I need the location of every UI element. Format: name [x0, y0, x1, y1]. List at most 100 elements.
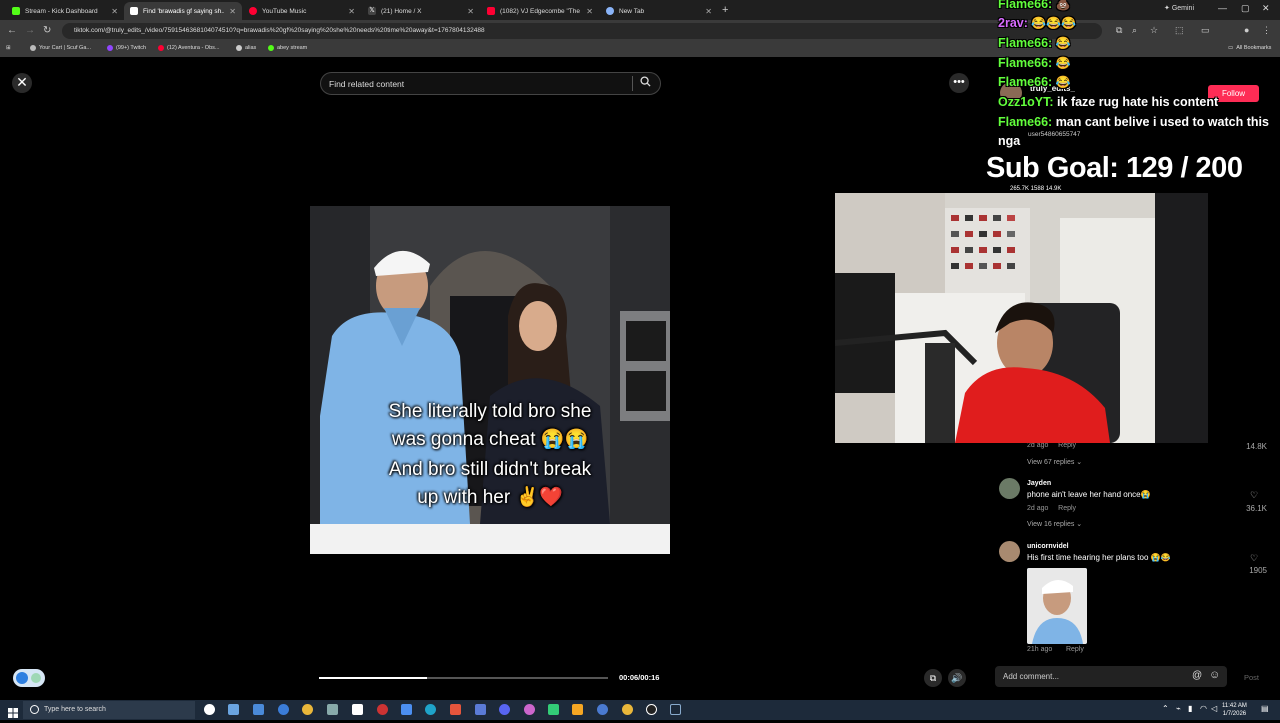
- app-icon[interactable]: [646, 704, 657, 715]
- search-icon[interactable]: [640, 76, 651, 90]
- tab-youtube-music[interactable]: YouTube Music ✕: [243, 2, 361, 20]
- sidebar-icon[interactable]: ▭: [1201, 25, 1210, 36]
- reply-link[interactable]: Reply: [1058, 442, 1076, 449]
- maximize-icon[interactable]: ▢: [1241, 3, 1250, 14]
- app-icon[interactable]: [377, 704, 388, 715]
- minimize-icon[interactable]: —: [1218, 3, 1227, 13]
- menu-icon[interactable]: ⋮: [1262, 25, 1271, 36]
- chrome-icon: [606, 7, 614, 15]
- reply-link[interactable]: Reply: [1066, 646, 1084, 653]
- back-icon[interactable]: ←: [7, 25, 17, 36]
- app-icon[interactable]: [597, 704, 608, 715]
- pip-icon[interactable]: ⧉: [924, 669, 942, 687]
- close-tab-icon[interactable]: ✕: [229, 7, 236, 16]
- close-tab-icon[interactable]: ✕: [705, 7, 712, 16]
- toggle-widget[interactable]: [13, 669, 45, 687]
- tray-chevron-icon[interactable]: ⌃: [1162, 704, 1169, 713]
- heart-icon[interactable]: ♡: [1250, 490, 1258, 501]
- new-tab-button[interactable]: +: [722, 4, 728, 16]
- close-tab-icon[interactable]: ✕: [586, 7, 593, 16]
- app-icon[interactable]: [228, 704, 239, 715]
- forward-icon[interactable]: →: [25, 25, 35, 36]
- bookmarks-bar: ⊞ Your Cart | Scuf Ga... (99+) Twitch (1…: [0, 42, 1280, 57]
- avatar[interactable]: [999, 541, 1020, 562]
- close-tab-icon[interactable]: ✕: [111, 7, 118, 16]
- tab-youtube-video[interactable]: (1082) VJ Edgecombe "The Fut... ✕: [481, 2, 599, 20]
- discord-icon[interactable]: [499, 704, 510, 715]
- video-caption-line-4: up with her ✌️❤️: [417, 487, 563, 508]
- speaker-icon[interactable]: ◁: [1211, 704, 1217, 713]
- app-icon[interactable]: [401, 704, 412, 715]
- steam-icon[interactable]: [670, 704, 681, 715]
- chrome-icon[interactable]: [302, 704, 313, 715]
- edge-icon[interactable]: [425, 704, 436, 715]
- bookmark-alias[interactable]: alias: [236, 45, 256, 51]
- tab-kick-dashboard[interactable]: Stream - Kick Dashboard ✕: [6, 2, 124, 20]
- search-input[interactable]: Find related content: [320, 72, 661, 95]
- heart-icon[interactable]: ♡: [1250, 553, 1258, 564]
- profile-icon[interactable]: ●: [1244, 25, 1249, 35]
- taskbar-search[interactable]: Type here to search: [23, 701, 195, 719]
- gemini-button[interactable]: ✦ Gemini: [1164, 4, 1194, 12]
- view-replies-0[interactable]: View 67 replies ⌄: [1027, 458, 1082, 466]
- tab-new-tab[interactable]: New Tab ✕: [600, 2, 718, 20]
- bookmark-twitch[interactable]: (99+) Twitch: [107, 45, 146, 51]
- bookmark-scuf[interactable]: Your Cart | Scuf Ga...: [30, 45, 91, 51]
- cast-icon[interactable]: ⧉: [1116, 25, 1122, 36]
- app-icon[interactable]: [548, 704, 559, 715]
- chrome-icon[interactable]: [622, 704, 633, 715]
- network-icon[interactable]: ⌁: [1176, 704, 1181, 713]
- bookmark-abey-stream[interactable]: abey stream: [268, 45, 307, 51]
- comment-1-author[interactable]: Jayden: [1027, 480, 1051, 487]
- zoom-icon[interactable]: ⌕: [1132, 25, 1137, 36]
- app-icon[interactable]: [475, 704, 486, 715]
- tab-x-home[interactable]: 𝕏 (21) Home / X ✕: [362, 2, 480, 20]
- more-options-icon[interactable]: •••: [949, 73, 969, 93]
- comment-2-likes: 1905: [1249, 566, 1267, 575]
- apps-icon[interactable]: ⊞: [6, 45, 11, 51]
- app-icon[interactable]: [253, 704, 264, 715]
- app-icon[interactable]: [327, 704, 338, 715]
- bookmark-label: (12) Aventura - Obs...: [167, 45, 220, 51]
- avatar[interactable]: [999, 478, 1020, 499]
- windows-start-icon[interactable]: [8, 705, 18, 718]
- gemini-icon: ✦: [1164, 5, 1170, 12]
- mention-icon[interactable]: @: [1192, 670, 1202, 681]
- app-icon[interactable]: [572, 704, 583, 715]
- tab-title: Stream - Kick Dashboard: [25, 7, 98, 15]
- reload-icon[interactable]: ↻: [43, 25, 51, 36]
- notifications-icon[interactable]: ▤: [1261, 704, 1269, 713]
- taskbar-search-placeholder: Type here to search: [44, 706, 106, 713]
- chat-message: Flame66: 😂: [998, 56, 1071, 70]
- close-tab-icon[interactable]: ✕: [467, 7, 474, 16]
- close-tab-icon[interactable]: ✕: [348, 7, 355, 16]
- view-replies-1[interactable]: View 16 replies ⌄: [1027, 520, 1082, 528]
- extensions-icon[interactable]: ⬚: [1175, 25, 1184, 36]
- bookmark-aventura[interactable]: (12) Aventura - Obs...: [158, 45, 219, 51]
- url-bar[interactable]: tiktok.com/@truly_edits_/video/759154636…: [62, 23, 1102, 39]
- video-player[interactable]: She literally told bro she was gonna che…: [310, 206, 670, 554]
- post-button[interactable]: Post: [1244, 673, 1259, 682]
- system-clock[interactable]: 11:42 AM 1/7/2026: [1222, 702, 1247, 718]
- app-icon[interactable]: [278, 704, 289, 715]
- emoji-icon[interactable]: ☺: [1209, 669, 1220, 681]
- wifi-icon[interactable]: ◠: [1200, 704, 1207, 713]
- app-icon[interactable]: [352, 704, 363, 715]
- cortana-icon[interactable]: [204, 704, 215, 715]
- tab-tiktok[interactable]: Find 'brawadis gf saying sh... ✕: [124, 2, 242, 20]
- comment-1-text: phone ain't leave her hand once😭: [1027, 490, 1151, 499]
- battery-icon[interactable]: ▮: [1188, 704, 1192, 713]
- bookmark-star-icon[interactable]: ☆: [1150, 25, 1158, 36]
- tab-title: (1082) VJ Edgecombe "The Fut...: [500, 7, 581, 15]
- app-icon[interactable]: [450, 704, 461, 715]
- close-icon[interactable]: ✕: [12, 73, 32, 93]
- progress-fill: [319, 677, 428, 679]
- comment-image[interactable]: [1027, 568, 1087, 644]
- comment-2-author[interactable]: unicornvidel: [1027, 543, 1069, 550]
- reply-link[interactable]: Reply: [1058, 505, 1076, 512]
- kick-icon: [12, 7, 20, 15]
- close-window-icon[interactable]: ✕: [1262, 3, 1270, 14]
- app-icon[interactable]: [524, 704, 535, 715]
- all-bookmarks[interactable]: ▭ All Bookmarks: [1228, 45, 1271, 51]
- volume-icon[interactable]: 🔊: [948, 669, 966, 687]
